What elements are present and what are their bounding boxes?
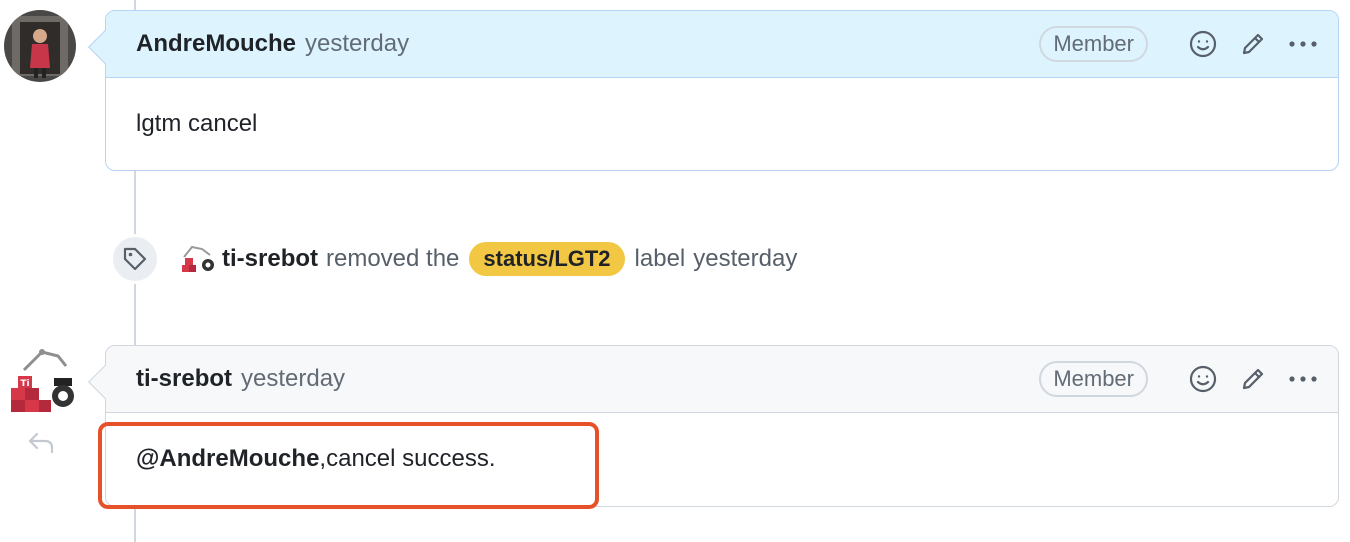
member-badge: Member — [1039, 361, 1148, 397]
tag-icon — [110, 234, 160, 284]
actor-avatar[interactable] — [180, 243, 216, 275]
comment-author[interactable]: AndreMouche — [136, 30, 296, 58]
comment-1: AndreMouche yesterday Member lgtm cancel — [88, 10, 1339, 171]
kebab-horizontal-icon[interactable] — [1288, 364, 1318, 394]
kebab-horizontal-icon[interactable] — [1288, 29, 1318, 59]
smiley-icon[interactable] — [1188, 29, 1218, 59]
highlight-annotation — [98, 422, 599, 509]
avatar-ti-srebot[interactable]: Ti — [8, 348, 78, 414]
event-time[interactable]: yesterday — [693, 245, 797, 273]
comment-time[interactable]: yesterday — [241, 365, 345, 393]
timeline-event: ti-srebot removed the status/LGT2 label … — [110, 234, 797, 284]
comment-time[interactable]: yesterday — [305, 30, 409, 58]
pencil-icon[interactable] — [1238, 364, 1268, 394]
event-action: removed the — [326, 245, 460, 272]
comment-text: lgtm cancel — [136, 109, 258, 137]
comment-author[interactable]: ti-srebot — [136, 365, 232, 393]
svg-text:Ti: Ti — [20, 379, 29, 389]
event-actor[interactable]: ti-srebot — [222, 245, 318, 273]
smiley-icon[interactable] — [1188, 364, 1218, 394]
pencil-icon[interactable] — [1238, 29, 1268, 59]
event-suffix: label — [634, 245, 686, 272]
reply-icon[interactable] — [27, 430, 55, 461]
comment-header: AndreMouche yesterday Member — [106, 11, 1338, 78]
comment-body: lgtm cancel — [106, 78, 1338, 169]
member-badge: Member — [1039, 26, 1148, 62]
comment-header: ti-srebot yesterday Member — [106, 346, 1338, 413]
avatar-andremouche[interactable] — [4, 10, 76, 82]
label-pill[interactable]: status/LGT2 — [469, 242, 625, 276]
